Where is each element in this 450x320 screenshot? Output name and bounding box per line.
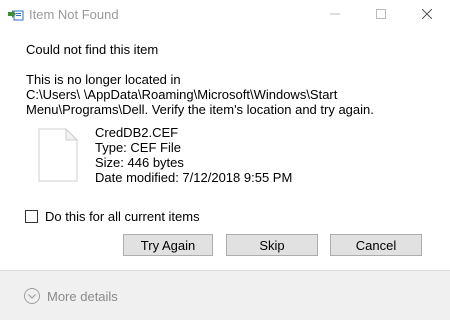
minimize-button[interactable] bbox=[312, 0, 358, 30]
dialog-footer: More details bbox=[0, 270, 450, 320]
file-name: CredDB2.CEF bbox=[95, 125, 179, 140]
more-details-toggle[interactable]: More details bbox=[24, 288, 118, 304]
close-button[interactable] bbox=[404, 0, 450, 30]
file-size: Size: 446 bytes bbox=[95, 155, 184, 170]
file-details: CredDB2.CEF Type: CEF File Size: 446 byt… bbox=[95, 125, 292, 185]
maximize-icon bbox=[376, 6, 386, 24]
error-message: This is no longer located in C:\Users\ \… bbox=[26, 72, 436, 117]
file-date-modified: Date modified: 7/12/2018 9:55 PM bbox=[95, 170, 293, 185]
skip-button[interactable]: Skip bbox=[226, 234, 318, 256]
message-line: This is no longer located in bbox=[26, 72, 181, 87]
item-not-found-dialog: Item Not Found Could not find this item … bbox=[0, 0, 450, 320]
minimize-icon bbox=[330, 6, 340, 24]
try-again-button[interactable]: Try Again bbox=[123, 234, 213, 256]
more-details-label[interactable]: More details bbox=[47, 289, 118, 304]
message-line: C:\Users\ \AppData\Roaming\Microsoft\Win… bbox=[26, 87, 338, 102]
apply-to-all-label[interactable]: Do this for all current items bbox=[45, 209, 200, 224]
window-title: Item Not Found bbox=[29, 7, 119, 22]
cancel-button[interactable]: Cancel bbox=[330, 234, 422, 256]
title-bar[interactable]: Item Not Found bbox=[0, 0, 450, 30]
maximize-button[interactable] bbox=[358, 0, 404, 30]
dialog-heading: Could not find this item bbox=[26, 42, 159, 57]
close-icon bbox=[421, 6, 433, 24]
message-line: Menu\Programs\Dell. Verify the item's lo… bbox=[26, 102, 374, 117]
apply-to-all-row[interactable]: Do this for all current items bbox=[25, 208, 200, 224]
file-move-icon bbox=[8, 8, 24, 22]
apply-to-all-checkbox[interactable] bbox=[25, 209, 38, 223]
chevron-down-circle-icon bbox=[24, 288, 40, 304]
blank-file-icon bbox=[36, 127, 80, 182]
file-type: Type: CEF File bbox=[95, 140, 181, 155]
